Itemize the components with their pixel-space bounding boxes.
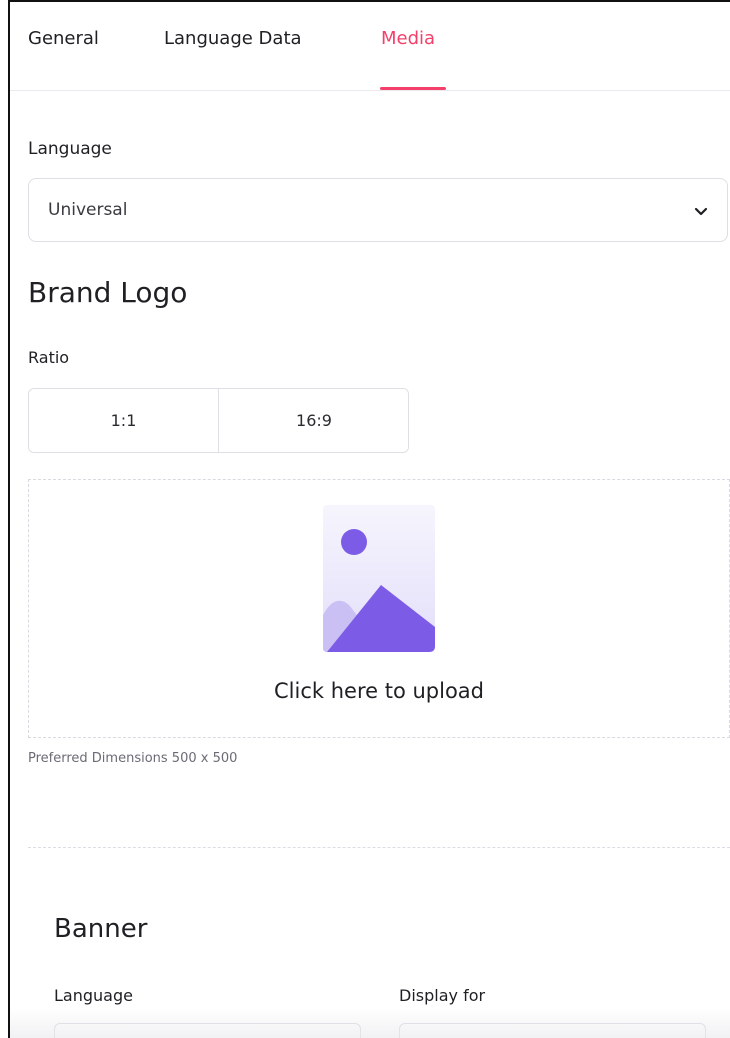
language-select[interactable]: Universal: [28, 178, 728, 242]
language-select-value: Universal: [48, 200, 128, 220]
brand-logo-title: Brand Logo: [28, 276, 188, 309]
display-for-label: Display for: [399, 986, 486, 1005]
display-for-select[interactable]: [399, 1023, 706, 1038]
active-tab-indicator: [380, 87, 446, 90]
banner-language-select[interactable]: [54, 1023, 361, 1038]
ratio-1-1-button[interactable]: 1:1: [29, 389, 219, 452]
ratio-selector: 1:1 16:9: [28, 388, 409, 453]
tab-bar: General Language Data Media: [10, 2, 730, 91]
upload-prompt: Click here to upload: [274, 679, 484, 703]
image-placeholder-icon: [323, 505, 435, 652]
tab-media[interactable]: Media: [381, 28, 435, 49]
preferred-dimensions-hint: Preferred Dimensions 500 x 500: [28, 751, 238, 766]
banner-title: Banner: [54, 914, 148, 944]
chevron-down-icon: [694, 207, 708, 216]
tab-language-data[interactable]: Language Data: [164, 28, 302, 49]
brand-logo-upload-area[interactable]: Click here to upload: [28, 479, 730, 738]
media-panel: General Language Data Media Language Uni…: [8, 0, 730, 1038]
banner-language-label: Language: [54, 986, 133, 1005]
ratio-16-9-button[interactable]: 16:9: [219, 389, 408, 452]
tab-general[interactable]: General: [28, 28, 99, 49]
ratio-label: Ratio: [28, 348, 70, 367]
language-label: Language: [28, 139, 112, 159]
section-divider: [28, 847, 730, 848]
